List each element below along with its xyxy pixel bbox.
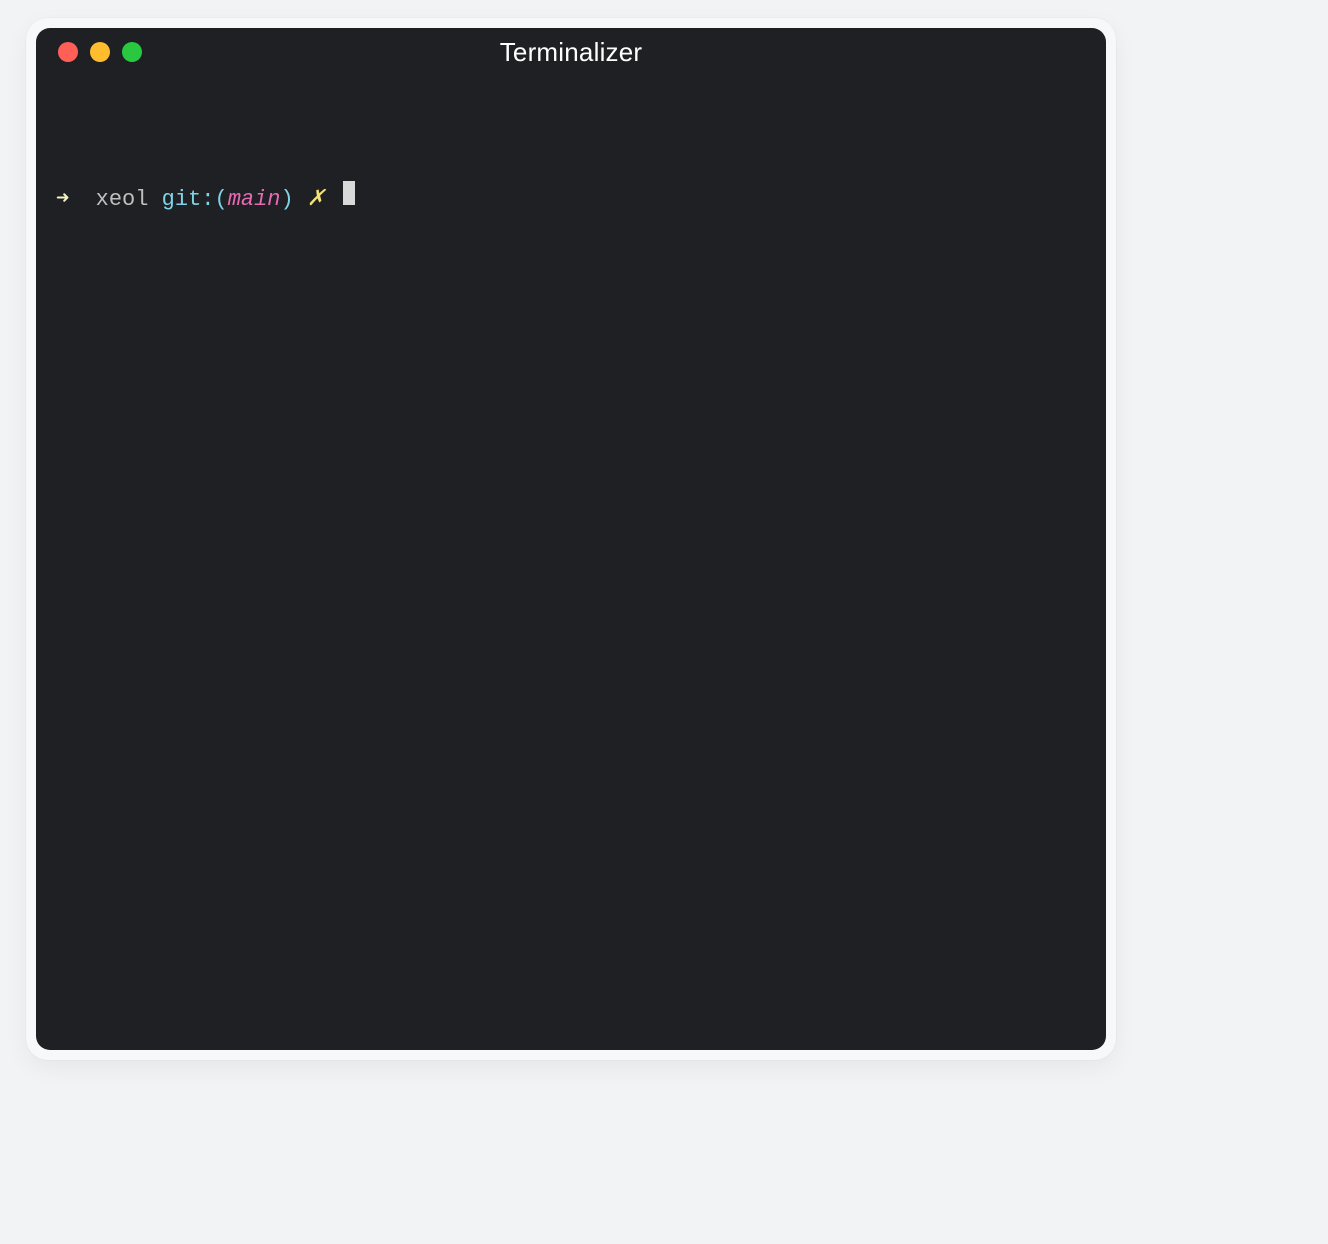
prompt-cwd: xeol: [96, 185, 149, 215]
prompt-line: ➜ xeol git: ( main ) ✗: [56, 181, 1086, 215]
prompt-git-label: git:: [162, 185, 215, 215]
titlebar: Terminalizer: [36, 28, 1106, 76]
prompt-paren-open: (: [214, 185, 227, 215]
prompt-dirty-icon: ✗: [307, 185, 325, 215]
cursor-icon: [343, 181, 355, 205]
prompt-branch: main: [228, 185, 281, 215]
prompt-arrow-icon: ➜: [56, 185, 69, 215]
terminal-body[interactable]: ➜ xeol git: ( main ) ✗: [36, 76, 1106, 1050]
window-frame: Terminalizer ➜ xeol git: ( main ) ✗: [26, 18, 1116, 1060]
prompt-paren-close: ): [281, 185, 294, 215]
window-title: Terminalizer: [36, 37, 1106, 68]
terminal-window: Terminalizer ➜ xeol git: ( main ) ✗: [36, 28, 1106, 1050]
